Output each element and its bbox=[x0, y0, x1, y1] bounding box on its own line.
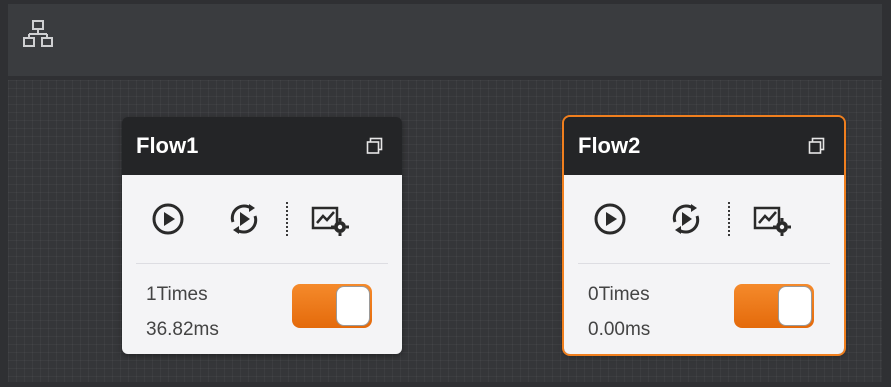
enable-toggle[interactable] bbox=[292, 284, 372, 328]
flow-editor: Flow1 1Times 36.82ms Flow2 0Times 0.00ms bbox=[0, 0, 891, 387]
chart-settings-icon[interactable] bbox=[752, 199, 792, 239]
chart-settings-icon[interactable] bbox=[310, 199, 350, 239]
stats-row: 0Times 0.00ms bbox=[578, 264, 830, 354]
play-circle-icon[interactable] bbox=[590, 199, 630, 239]
flow-card-flow1[interactable]: Flow1 1Times 36.82ms bbox=[122, 117, 402, 354]
loop-run-icon[interactable] bbox=[666, 199, 706, 239]
flow-title: Flow1 bbox=[136, 133, 199, 158]
separator bbox=[286, 202, 288, 236]
card-header: Flow1 bbox=[122, 117, 402, 175]
restore-window-icon[interactable] bbox=[806, 135, 828, 157]
flow-canvas[interactable]: Flow1 1Times 36.82ms Flow2 0Times 0.00ms bbox=[8, 80, 882, 382]
toolbar bbox=[8, 4, 882, 76]
run-count: 0Times bbox=[588, 284, 650, 305]
toggle-knob bbox=[778, 286, 812, 326]
card-header: Flow2 bbox=[564, 117, 844, 175]
stats-row: 1Times 36.82ms bbox=[136, 264, 388, 354]
flow-title: Flow2 bbox=[578, 133, 641, 158]
run-time: 0.00ms bbox=[588, 319, 651, 340]
toggle-knob bbox=[336, 286, 370, 326]
network-topology-icon[interactable] bbox=[18, 14, 58, 54]
separator bbox=[728, 202, 730, 236]
run-count: 1Times bbox=[146, 284, 208, 305]
loop-run-icon[interactable] bbox=[224, 199, 264, 239]
card-body: 0Times 0.00ms bbox=[564, 175, 844, 354]
enable-toggle[interactable] bbox=[734, 284, 814, 328]
card-body: 1Times 36.82ms bbox=[122, 175, 402, 354]
flow-card-flow2[interactable]: Flow2 0Times 0.00ms bbox=[564, 117, 844, 354]
actions-row bbox=[578, 175, 830, 264]
actions-row bbox=[136, 175, 388, 264]
restore-window-icon[interactable] bbox=[364, 135, 386, 157]
play-circle-icon[interactable] bbox=[148, 199, 188, 239]
run-time: 36.82ms bbox=[146, 319, 219, 340]
